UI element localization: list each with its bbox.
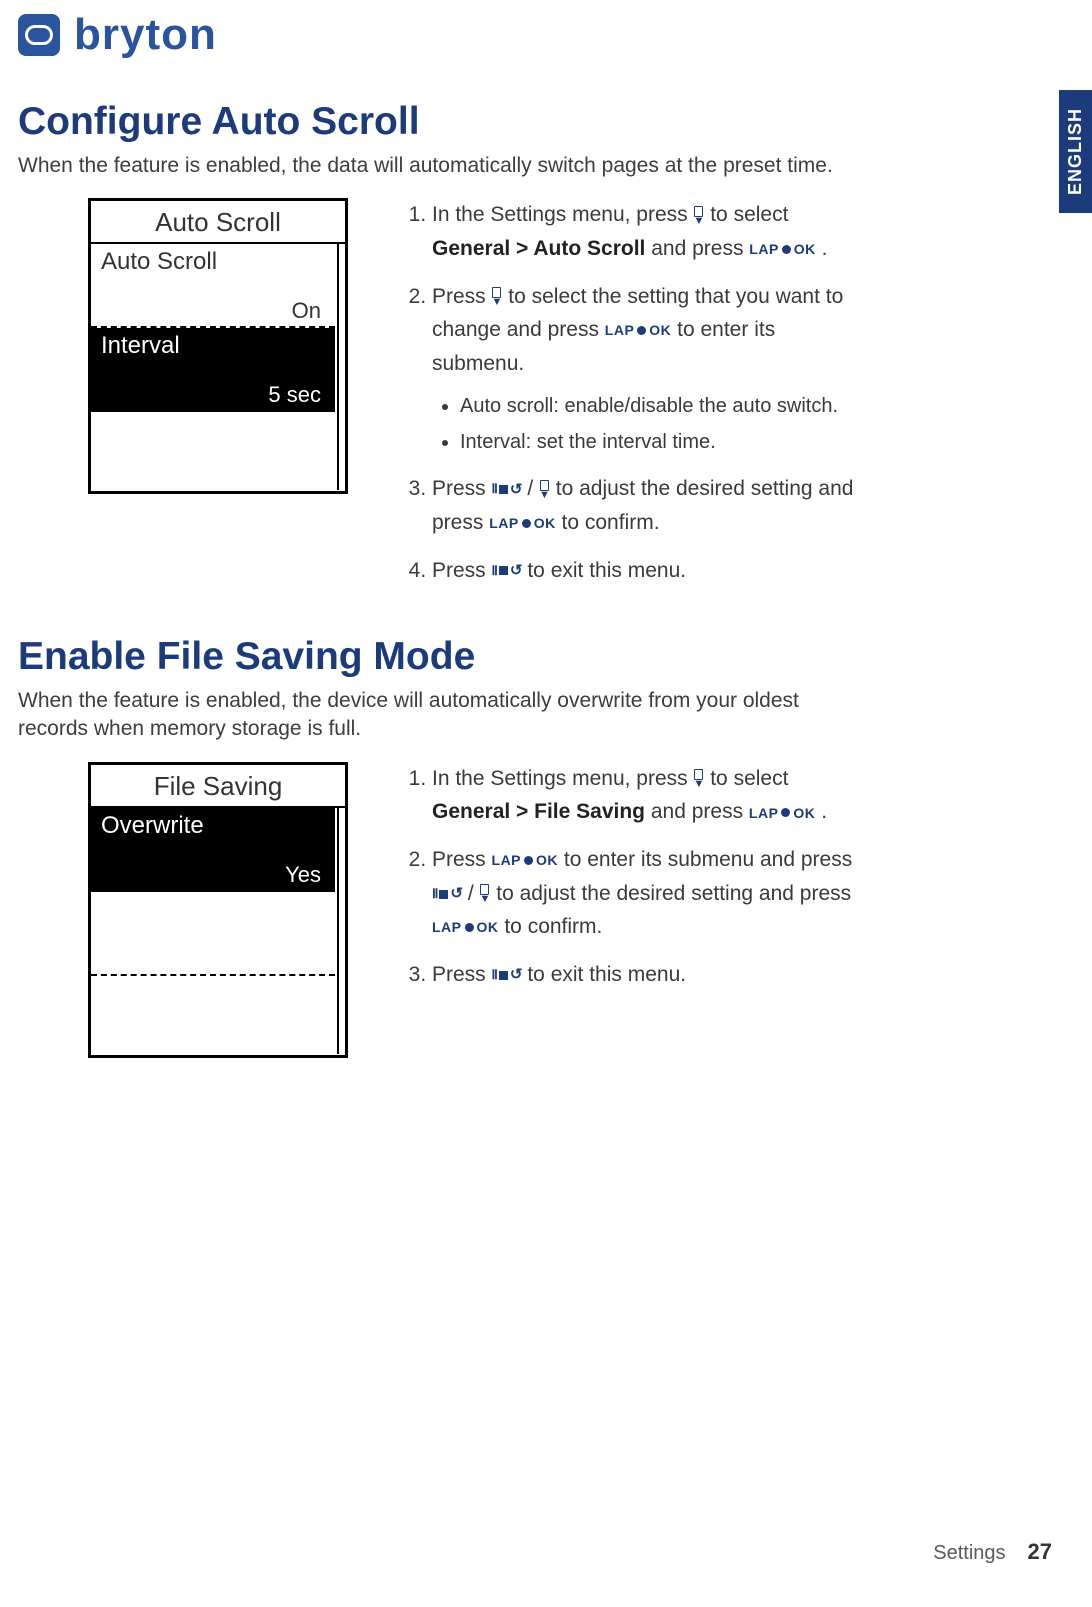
text: and press: [651, 237, 749, 260]
text: to select: [710, 203, 788, 226]
text: /: [468, 882, 480, 905]
device-title: Auto Scroll: [91, 201, 345, 244]
text: to select: [710, 767, 788, 790]
step-1: In the Settings menu, press ▼ to select …: [432, 762, 860, 829]
device-item-label: Interval: [101, 332, 325, 360]
section-heading-file-saving: Enable File Saving Mode: [18, 635, 860, 679]
step-3: Press / ▼ to adjust the desired setting …: [432, 472, 860, 539]
text: to exit this menu.: [527, 559, 686, 582]
device-item-value: 5 sec: [268, 382, 325, 408]
step-2: Press ▼ to select the setting that you w…: [432, 280, 860, 459]
brand-name: bryton: [74, 10, 217, 60]
device-item-value: On: [292, 298, 325, 324]
section-intro-file-saving: When the feature is enabled, the device …: [18, 687, 860, 744]
text: .: [822, 237, 828, 260]
pause-stop-back-icon: [492, 963, 522, 987]
pause-stop-back-icon: [492, 559, 522, 583]
lap-ok-button-icon: LAPOK: [605, 319, 672, 341]
pause-stop-back-icon: [492, 478, 522, 502]
pause-stop-back-icon: [432, 882, 462, 906]
bryton-logo-icon: [18, 14, 60, 56]
device-item-empty: [91, 976, 335, 982]
device-item-interval: Interval 5 sec: [91, 328, 335, 412]
device-item-label: Overwrite: [101, 812, 325, 840]
text: to confirm.: [562, 511, 660, 534]
device-item-value: Yes: [285, 862, 325, 888]
text: In the Settings menu, press: [432, 767, 693, 790]
footer-section: Settings: [933, 1542, 1005, 1565]
steps-file-saving: In the Settings menu, press ▼ to select …: [408, 762, 860, 1006]
steps-auto-scroll: In the Settings menu, press ▼ to select …: [408, 198, 860, 601]
device-scrollbar: [337, 244, 345, 490]
substep-interval: Interval: set the interval time.: [460, 426, 860, 458]
text: Press: [432, 285, 492, 308]
device-scrollbar: [337, 808, 345, 1054]
lap-ok-button-icon: LAPOK: [489, 512, 556, 534]
language-tab: ENGLISH: [1059, 90, 1092, 213]
bold-path: General > File Saving: [432, 800, 645, 823]
text: .: [821, 800, 827, 823]
text: /: [527, 477, 539, 500]
text: to adjust the desired setting and press: [496, 882, 851, 905]
device-title: File Saving: [91, 765, 345, 808]
device-item-empty: [91, 892, 335, 976]
lap-ok-button-icon: LAPOK: [749, 238, 816, 260]
text: Press: [432, 477, 492, 500]
down-page-icon: ▼: [693, 206, 704, 226]
text: In the Settings menu, press: [432, 203, 693, 226]
section-heading-auto-scroll: Configure Auto Scroll: [18, 100, 860, 144]
down-page-icon: ▼: [693, 769, 704, 789]
footer-page-number: 27: [1028, 1539, 1052, 1565]
substep-auto-scroll: Auto scroll: enable/disable the auto swi…: [460, 390, 860, 422]
text: Press: [432, 963, 492, 986]
section-intro-auto-scroll: When the feature is enabled, the data wi…: [18, 152, 860, 180]
device-screen-auto-scroll: Auto Scroll Auto Scroll On Interval 5 se…: [88, 198, 348, 494]
lap-ok-button-icon: LAPOK: [432, 916, 499, 938]
step-1: In the Settings menu, press ▼ to select …: [432, 198, 860, 265]
substeps: Auto scroll: enable/disable the auto swi…: [432, 390, 860, 458]
lap-ok-button-icon: LAPOK: [749, 802, 816, 824]
text: to exit this menu.: [527, 963, 686, 986]
down-page-icon: ▼: [492, 287, 503, 307]
down-page-icon: ▼: [539, 480, 550, 500]
bold-path: General > Auto Scroll: [432, 237, 645, 260]
lap-ok-button-icon: LAPOK: [492, 849, 559, 871]
device-screen-file-saving: File Saving Overwrite Yes: [88, 762, 348, 1058]
device-item-empty: [91, 412, 335, 418]
text: to confirm.: [504, 915, 602, 938]
text: Press: [432, 848, 492, 871]
down-page-icon: ▼: [480, 884, 491, 904]
device-item-auto-scroll: Auto Scroll On: [91, 244, 335, 328]
step-4: Press to exit this menu.: [432, 554, 860, 588]
step-2: Press LAPOK to enter its submenu and pre…: [432, 843, 860, 944]
text: Press: [432, 559, 492, 582]
device-item-label: Auto Scroll: [101, 248, 325, 276]
page-header: bryton: [0, 0, 1092, 64]
step-3: Press to exit this menu.: [432, 958, 860, 992]
page-footer: Settings 27: [933, 1539, 1052, 1565]
device-item-overwrite: Overwrite Yes: [91, 808, 335, 892]
text: and press: [651, 800, 749, 823]
text: to enter its submenu and press: [564, 848, 852, 871]
